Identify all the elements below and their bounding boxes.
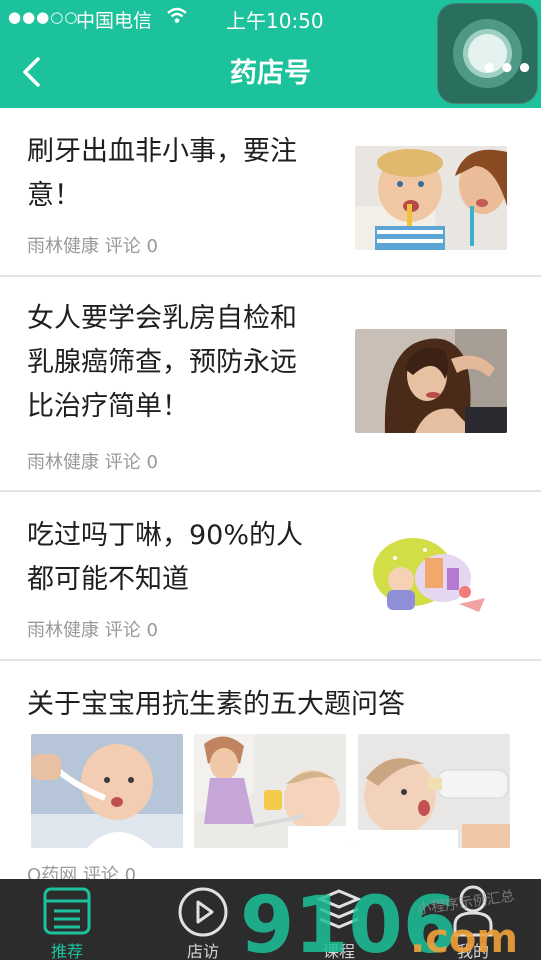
article-title-line: 都可能不知道 xyxy=(27,564,189,595)
article-item[interactable]: 吃过吗丁啉，90%的人 都可能不知道 雨林健康 评论 0 xyxy=(0,492,541,661)
tab-bar: 推荐 店访 课程 我的 xyxy=(0,879,541,961)
article-thumbnail xyxy=(31,734,183,848)
article-item[interactable]: 女人要学会乳房自检和 乳腺癌筛查，预防永远 比治疗简单！ 雨林健康 评论 0 xyxy=(0,277,541,492)
tab-recommend[interactable]: 推荐 xyxy=(22,879,112,961)
baby-medicine-photo xyxy=(31,734,183,848)
article-meta: 雨林健康 评论 0 xyxy=(27,448,158,474)
article-thumbnail xyxy=(355,528,507,632)
more-dots-icon: ••• xyxy=(481,54,534,84)
article-thumbnail xyxy=(355,146,507,250)
portrait-photo xyxy=(355,329,507,433)
person-icon xyxy=(453,885,493,937)
toothbrush-photo xyxy=(355,146,507,250)
tab-course[interactable]: 课程 xyxy=(294,879,384,961)
article-title-line: 意！ xyxy=(27,180,81,211)
article-list: 刷牙出血非小事，要注 意！ 雨林健康 评论 0 女人要学会乳房自检和 乳腺癌筛查… xyxy=(0,108,541,901)
article-thumbnail xyxy=(355,329,507,433)
tab-label: 我的 xyxy=(456,942,489,961)
list-doc-icon xyxy=(43,887,91,935)
article-thumbnail xyxy=(194,734,346,848)
floating-assistive-button[interactable]: ••• xyxy=(437,3,538,104)
article-thumbnail xyxy=(358,734,510,848)
header-bar: ●●●○○ 中国电信 上午10:50 药店号 ••• xyxy=(0,0,541,108)
tab-label: 推荐 xyxy=(50,942,83,961)
article-item[interactable]: 刷牙出血非小事，要注 意！ 雨林健康 评论 0 xyxy=(0,108,541,277)
cartoon-illustration xyxy=(355,528,507,632)
feeding-photo xyxy=(194,734,346,848)
signal-icon: ●●●○○ xyxy=(8,8,79,26)
tab-store-visit[interactable]: 店访 xyxy=(158,879,248,961)
baby-bottle-photo xyxy=(358,734,510,848)
article-title-line: 乳腺癌筛查，预防永远 xyxy=(27,347,297,378)
play-circle-icon xyxy=(178,887,228,937)
carrier-label: 中国电信 xyxy=(76,10,153,32)
article-meta: 雨林健康 评论 0 xyxy=(27,616,158,642)
article-source: 雨林健康 xyxy=(27,452,99,473)
article-item[interactable]: 关于宝宝用抗生素的五大题问答 Q药网 评论 0 xyxy=(0,661,541,901)
book-stack-icon xyxy=(316,889,362,929)
article-title: 刷牙出血非小事，要注 意！ xyxy=(27,130,297,218)
clock: 上午10:50 xyxy=(226,9,324,33)
article-title-line: 刷牙出血非小事，要注 xyxy=(27,136,297,167)
tab-mine[interactable]: 我的 xyxy=(428,879,518,961)
article-comments: 评论 0 xyxy=(104,620,158,641)
tab-label: 课程 xyxy=(322,942,355,961)
tab-label: 店访 xyxy=(186,942,219,961)
article-title: 女人要学会乳房自检和 乳腺癌筛查，预防永远 比治疗简单！ xyxy=(27,297,297,429)
article-source: 雨林健康 xyxy=(27,620,99,641)
article-title: 吃过吗丁啉，90%的人 都可能不知道 xyxy=(27,514,303,602)
article-title: 关于宝宝用抗生素的五大题问答 xyxy=(27,689,405,720)
article-title-line: 比治疗简单！ xyxy=(27,391,189,422)
article-source: 雨林健康 xyxy=(27,236,99,257)
article-comments: 评论 0 xyxy=(104,236,158,257)
article-comments: 评论 0 xyxy=(104,452,158,473)
article-title-line: 女人要学会乳房自检和 xyxy=(27,303,297,334)
article-meta: 雨林健康 评论 0 xyxy=(27,232,158,258)
article-title-line: 吃过吗丁啉，90%的人 xyxy=(27,520,304,551)
wifi-icon xyxy=(167,7,187,23)
